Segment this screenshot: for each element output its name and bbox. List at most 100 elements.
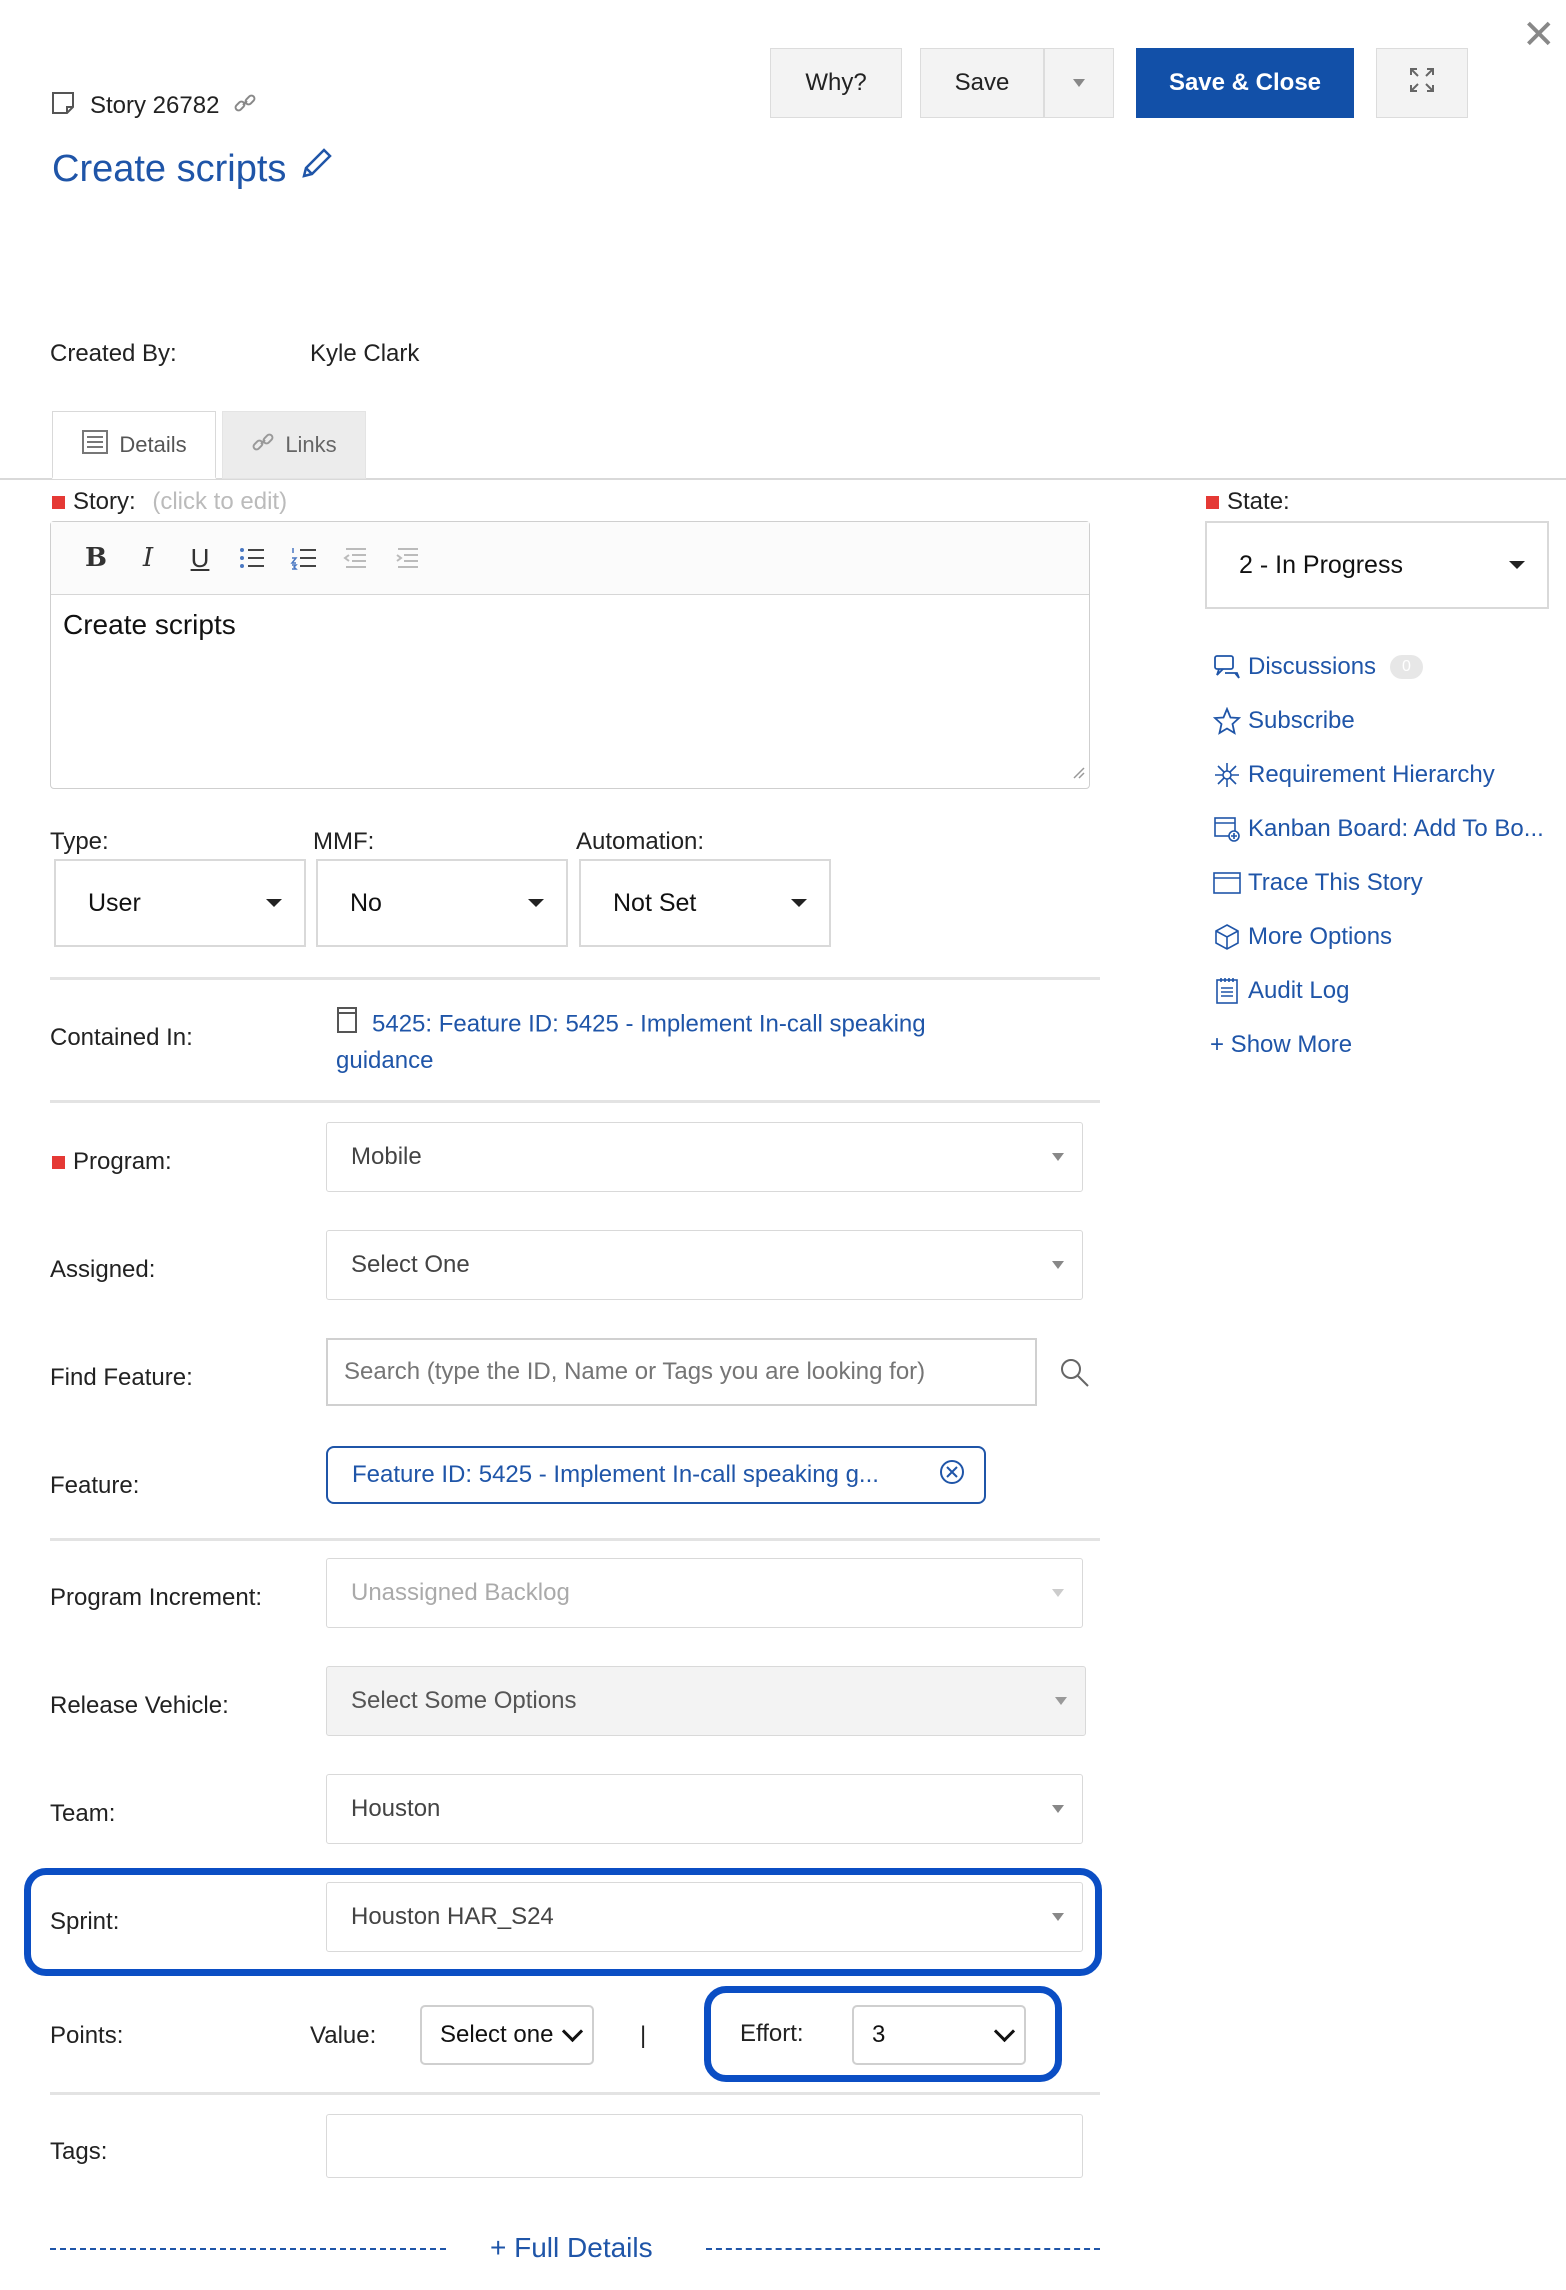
sidebar-item-label: Requirement Hierarchy — [1248, 761, 1495, 788]
title-text: Create scripts — [52, 147, 287, 190]
save-button[interactable]: Save — [920, 48, 1044, 118]
sidebar-item-trace-story[interactable]: Trace This Story — [1212, 863, 1423, 903]
editor-toolbar: B I U — [51, 522, 1089, 595]
team-label: Team: — [50, 1800, 116, 1827]
feature-tag[interactable]: Feature ID: 5425 - Implement In-call spe… — [326, 1446, 986, 1504]
effort-select[interactable]: 3 — [852, 2005, 1026, 2065]
program-increment-value: Unassigned Backlog — [351, 1579, 570, 1606]
sidebar-item-label: Discussions — [1248, 653, 1377, 680]
created-by-label: Created By: — [50, 340, 177, 367]
program-label: Program: — [73, 1148, 172, 1175]
sidebar-item-discussions[interactable]: Discussions 0 — [1212, 647, 1423, 687]
expand-button[interactable] — [1376, 48, 1468, 118]
save-options-button[interactable] — [1044, 48, 1114, 118]
sidebar-item-label: Subscribe — [1248, 707, 1355, 734]
find-feature-input[interactable] — [326, 1338, 1037, 1406]
sprint-select[interactable]: Houston HAR_S24 — [326, 1882, 1083, 1952]
chevron-down-icon — [1073, 79, 1085, 87]
sidebar-item-subscribe[interactable]: Subscribe — [1212, 701, 1355, 741]
assigned-value: Select One — [351, 1251, 470, 1278]
sidebar-item-requirement-hierarchy[interactable]: Requirement Hierarchy — [1212, 755, 1495, 795]
mmf-select[interactable]: No — [316, 859, 568, 947]
required-marker — [52, 1156, 65, 1170]
contained-in-label: Contained In: — [50, 1024, 193, 1051]
document-icon — [81, 429, 109, 461]
program-value: Mobile — [351, 1143, 422, 1170]
tab-details-label: Details — [119, 431, 187, 457]
points-value-selected: Select one — [440, 2021, 554, 2048]
why-button[interactable]: Why? — [770, 48, 902, 118]
effort-selected: 3 — [872, 2021, 886, 2048]
tab-details[interactable]: Details — [52, 411, 216, 479]
automation-label: Automation: — [576, 828, 705, 855]
story-header: Story 26782 — [50, 88, 257, 124]
full-details-link[interactable]: + Full Details — [490, 2232, 653, 2264]
chevron-down-icon — [1055, 1697, 1067, 1705]
program-increment-select[interactable]: Unassigned Backlog — [326, 1558, 1083, 1628]
sidebar-item-label: Kanban Board: Add To Bo... — [1248, 815, 1544, 842]
story-editor[interactable]: B I U Create scripts — [50, 521, 1090, 789]
show-more-link[interactable]: + Show More — [1210, 1025, 1352, 1065]
tags-input[interactable] — [326, 2114, 1083, 2178]
program-increment-label: Program Increment: — [50, 1584, 263, 1611]
trace-icon — [1212, 868, 1242, 898]
expand-icon — [1407, 65, 1437, 102]
sidebar-item-label: More Options — [1248, 923, 1393, 950]
release-vehicle-label: Release Vehicle: — [50, 1692, 229, 1719]
points-separator: | — [640, 2022, 647, 2049]
required-marker — [1206, 496, 1219, 510]
chevron-down-icon — [1052, 1153, 1064, 1161]
chevron-down-icon — [561, 2020, 584, 2042]
link-icon[interactable] — [233, 91, 257, 122]
section-divider — [50, 1538, 1100, 1541]
chevron-down-icon — [1052, 1805, 1064, 1813]
assigned-select[interactable]: Select One — [326, 1230, 1083, 1300]
contained-in-line2[interactable]: guidance — [336, 1047, 433, 1074]
outdent-icon[interactable] — [335, 538, 377, 578]
sidebar-item-more-options[interactable]: More Options — [1212, 917, 1392, 957]
automation-select[interactable]: Not Set — [579, 859, 831, 947]
type-value: User — [88, 888, 141, 917]
resize-handle-icon[interactable] — [1071, 765, 1085, 784]
chevron-down-icon — [1052, 1913, 1064, 1921]
find-feature-label: Find Feature: — [50, 1364, 193, 1391]
italic-icon[interactable]: I — [127, 538, 169, 578]
bold-icon[interactable]: B — [75, 538, 117, 578]
type-select[interactable]: User — [54, 859, 306, 947]
state-label-row: State: — [1206, 488, 1290, 516]
feature-label: Feature: — [50, 1472, 140, 1499]
contained-in-link[interactable]: 5425: Feature ID: 5425 - Implement In-ca… — [336, 1006, 1036, 1078]
indent-icon[interactable] — [387, 538, 429, 578]
hierarchy-icon — [1212, 760, 1242, 790]
numbered-list-icon[interactable] — [283, 538, 325, 578]
created-by-value: Kyle Clark — [310, 340, 420, 367]
story-editor-content[interactable]: Create scripts — [51, 595, 1089, 655]
sidebar-item-kanban-board[interactable]: Kanban Board: Add To Bo... — [1212, 809, 1544, 849]
remove-circle-icon[interactable] — [938, 1458, 966, 1493]
chevron-down-icon — [1509, 561, 1525, 569]
release-vehicle-select[interactable]: Select Some Options — [326, 1666, 1086, 1736]
points-value-select[interactable]: Select one — [420, 2005, 594, 2065]
link-icon — [251, 430, 275, 460]
save-close-button[interactable]: Save & Close — [1136, 48, 1354, 118]
chevron-down-icon — [791, 899, 807, 907]
state-value: 2 - In Progress — [1239, 550, 1403, 579]
contained-in-line1[interactable]: 5425: Feature ID: 5425 - Implement In-ca… — [372, 1010, 926, 1037]
search-icon[interactable] — [1058, 1356, 1092, 1395]
story-hint[interactable]: (click to edit) — [152, 488, 287, 515]
underline-icon[interactable]: U — [179, 538, 221, 578]
pencil-icon[interactable] — [298, 146, 334, 192]
program-select[interactable]: Mobile — [326, 1122, 1083, 1192]
team-select[interactable]: Houston — [326, 1774, 1083, 1844]
sidebar-item-audit-log[interactable]: Audit Log — [1212, 971, 1349, 1011]
close-icon[interactable]: ✕ — [1522, 12, 1556, 58]
tags-label: Tags: — [50, 2138, 108, 2165]
kanban-icon — [1212, 814, 1242, 844]
state-select[interactable]: 2 - In Progress — [1205, 521, 1549, 609]
release-vehicle-value: Select Some Options — [351, 1687, 577, 1714]
page-title: Create scripts — [52, 146, 334, 192]
points-value-label: Value: — [310, 2022, 377, 2049]
tab-links[interactable]: Links — [222, 411, 366, 479]
story-id-label: Story 26782 — [90, 92, 220, 119]
bullet-list-icon[interactable] — [231, 538, 273, 578]
